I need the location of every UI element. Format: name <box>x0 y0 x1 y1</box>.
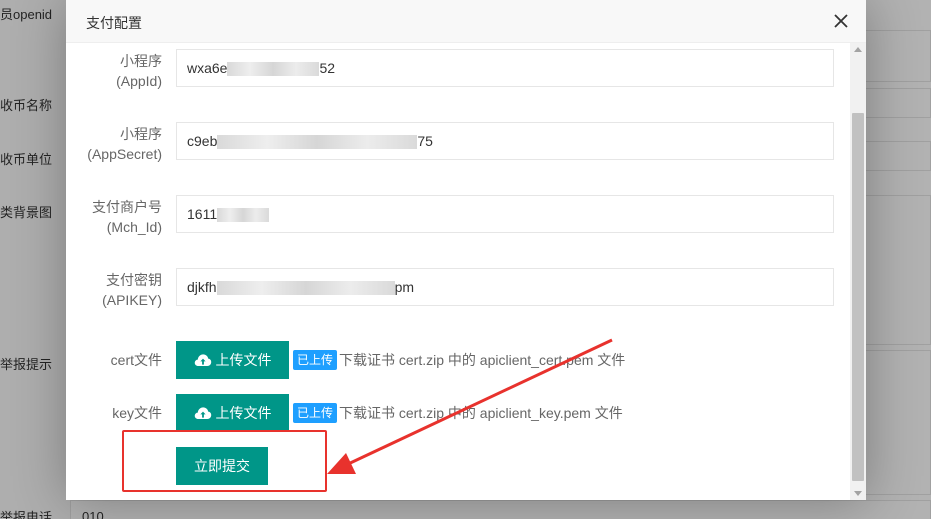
field-label: 支付密钥 (APIKEY) <box>102 272 162 308</box>
redaction-mask <box>217 208 270 223</box>
redaction-mask <box>217 135 418 150</box>
field-label: 支付商户号 (Mch_Id) <box>92 199 162 235</box>
key-upload-hint: 下载证书 cert.zip 中的 apiclient_key.pem 文件 <box>339 405 623 421</box>
form-row-key-upload: key文件 上传文件 已上传 下载证书 cert.zip 中的 apiclien… <box>66 394 850 434</box>
field-label: key文件 <box>112 405 162 421</box>
form-row-appid: 小程序 (AppId) wxa6e 52 <box>66 49 850 91</box>
modal-title: 支付配置 <box>86 15 142 31</box>
close-icon[interactable] <box>832 12 850 30</box>
annotation-highlight-box <box>122 430 327 492</box>
cert-upload-hint: 下载证书 cert.zip 中的 apiclient_cert.pem 文件 <box>339 352 626 368</box>
redaction-mask <box>227 62 320 77</box>
cert-upload-button[interactable]: 上传文件 <box>176 341 289 379</box>
payment-config-modal: 支付配置 小程序 (AppId) wxa6e 52 小程序 (AppSecret)… <box>66 0 866 500</box>
field-label: 小程序 (AppSecret) <box>87 126 162 162</box>
field-label: 小程序 (AppId) <box>116 53 162 89</box>
scroll-up-arrow-icon[interactable] <box>854 47 862 52</box>
scroll-down-arrow-icon[interactable] <box>854 491 862 496</box>
appid-input[interactable]: wxa6e 52 <box>176 49 834 87</box>
cloud-upload-icon <box>194 354 211 366</box>
uploaded-status-badge: 已上传 <box>293 350 338 370</box>
field-label: cert文件 <box>110 352 162 368</box>
uploaded-status-badge: 已上传 <box>293 403 338 423</box>
redaction-mask <box>216 281 395 296</box>
form-row-cert-upload: cert文件 上传文件 已上传 下载证书 cert.zip 中的 apiclie… <box>66 341 850 381</box>
form-row-apikey: 支付密钥 (APIKEY) djkfh pm <box>66 268 850 310</box>
scrollbar-thumb[interactable] <box>852 113 864 481</box>
modal-scrollbar[interactable] <box>850 43 866 500</box>
appsecret-input[interactable]: c9eb 75 <box>176 122 834 160</box>
cloud-upload-icon <box>194 407 211 419</box>
form-row-mch-id: 支付商户号 (Mch_Id) 1611 <box>66 195 850 237</box>
apikey-input[interactable]: djkfh pm <box>176 268 834 306</box>
mch-id-input[interactable]: 1611 <box>176 195 834 233</box>
form-row-appsecret: 小程序 (AppSecret) c9eb 75 <box>66 122 850 164</box>
modal-header: 支付配置 <box>66 0 866 43</box>
key-upload-button[interactable]: 上传文件 <box>176 394 289 432</box>
